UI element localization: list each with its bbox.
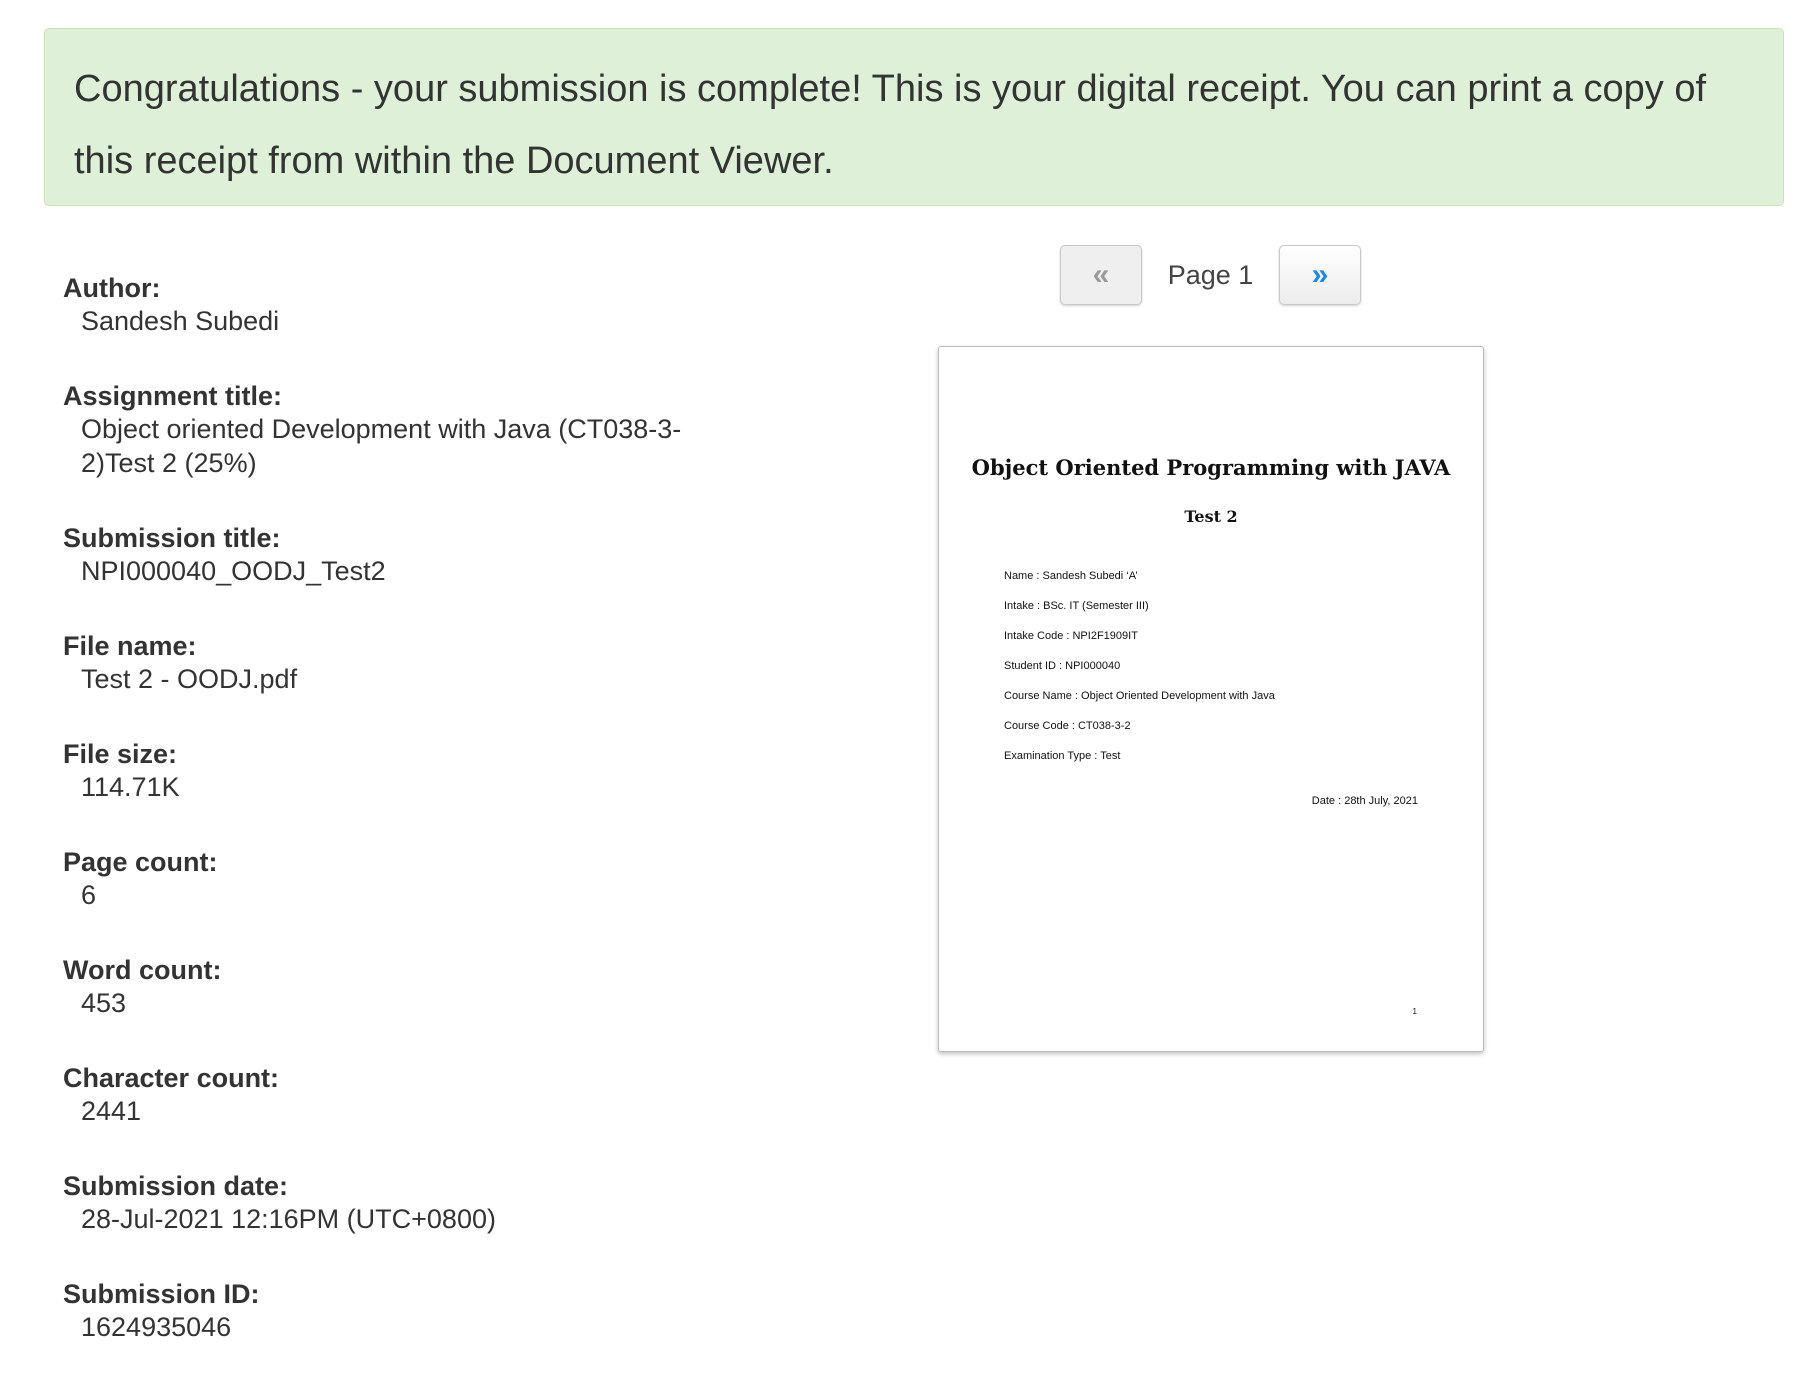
success-message: Congratulations - your submission is com… (74, 68, 1707, 182)
detail-value: NPI000040_OODJ_Test2 (81, 556, 386, 586)
detail-value: Test 2 - OODJ.pdf (81, 664, 298, 694)
detail-value: 6 (81, 880, 97, 910)
detail-value: 2441 (81, 1096, 142, 1126)
detail-value: 1624935046 (81, 1312, 232, 1342)
detail-author: Author: Sandesh Subedi (63, 272, 743, 338)
document-preview: Object Oriented Programming with JAVA Te… (938, 346, 1484, 1052)
page-indicator: Page 1 (1167, 259, 1254, 290)
detail-submission-id: Submission ID: 1624935046 (63, 1278, 743, 1344)
detail-value-line: 2)Test 2 (25%) (81, 448, 257, 478)
detail-value: Sandesh Subedi (81, 306, 280, 336)
document-info-line: Examination Type : Test (1004, 750, 1121, 762)
submission-details: Author: Sandesh Subedi Assignment title:… (63, 272, 743, 1386)
document-date: Date : 28th July, 2021 (1311, 795, 1418, 807)
document-info-line: Name : Sandesh Subedi ‘A’ (1004, 570, 1138, 582)
detail-file-size: File size: 114.71K (63, 738, 743, 804)
detail-label: File name: (63, 631, 197, 661)
detail-label: Page count: (63, 847, 218, 877)
detail-character-count: Character count: 2441 (63, 1062, 743, 1128)
detail-word-count: Word count: 453 (63, 954, 743, 1020)
detail-label: Submission ID: (63, 1279, 260, 1309)
document-info-line: Course Code : CT038-3-2 (1004, 720, 1131, 732)
double-chevron-left-icon: « (1092, 258, 1110, 291)
detail-label: Assignment title: (63, 381, 283, 411)
document-info-line: Intake Code : NPI2F1909IT (1004, 630, 1138, 642)
document-info-line: Intake : BSc. IT (Semester III) (1004, 600, 1149, 612)
document-info-lines: Name : Sandesh Subedi ‘A’ Intake : BSc. … (1004, 569, 1464, 779)
detail-value: 114.71K (81, 772, 180, 802)
document-page-number: 1 (1412, 1007, 1417, 1016)
double-chevron-right-icon: » (1311, 258, 1329, 291)
detail-label: File size: (63, 739, 178, 769)
document-pager: « Page 1 » (1060, 244, 1361, 306)
detail-value: 28-Jul-2021 12:16PM (UTC+0800) (81, 1204, 496, 1234)
detail-value: 453 (81, 988, 127, 1018)
detail-label: Author: (63, 273, 161, 303)
detail-submission-date: Submission date: 28-Jul-2021 12:16PM (UT… (63, 1170, 743, 1236)
document-info-line: Course Name : Object Oriented Developmen… (1004, 690, 1275, 702)
detail-page-count: Page count: 6 (63, 846, 743, 912)
detail-submission-title: Submission title: NPI000040_OODJ_Test2 (63, 522, 743, 588)
document-subtitle: Test 2 (1184, 507, 1238, 526)
next-page-button[interactable]: » (1279, 245, 1361, 305)
detail-label: Submission title: (63, 523, 281, 553)
detail-label: Character count: (63, 1063, 280, 1093)
detail-label: Word count: (63, 955, 222, 985)
document-title: Object Oriented Programming with JAVA (971, 455, 1451, 480)
detail-file-name: File name: Test 2 - OODJ.pdf (63, 630, 743, 696)
detail-label: Submission date: (63, 1171, 289, 1201)
detail-assignment-title: Assignment title: Object oriented Develo… (63, 380, 743, 480)
previous-page-button[interactable]: « (1060, 245, 1142, 305)
document-info-line: Student ID : NPI000040 (1004, 660, 1121, 672)
detail-value-line: Object oriented Development with Java (C… (81, 414, 682, 444)
success-alert: Congratulations - your submission is com… (44, 28, 1784, 206)
